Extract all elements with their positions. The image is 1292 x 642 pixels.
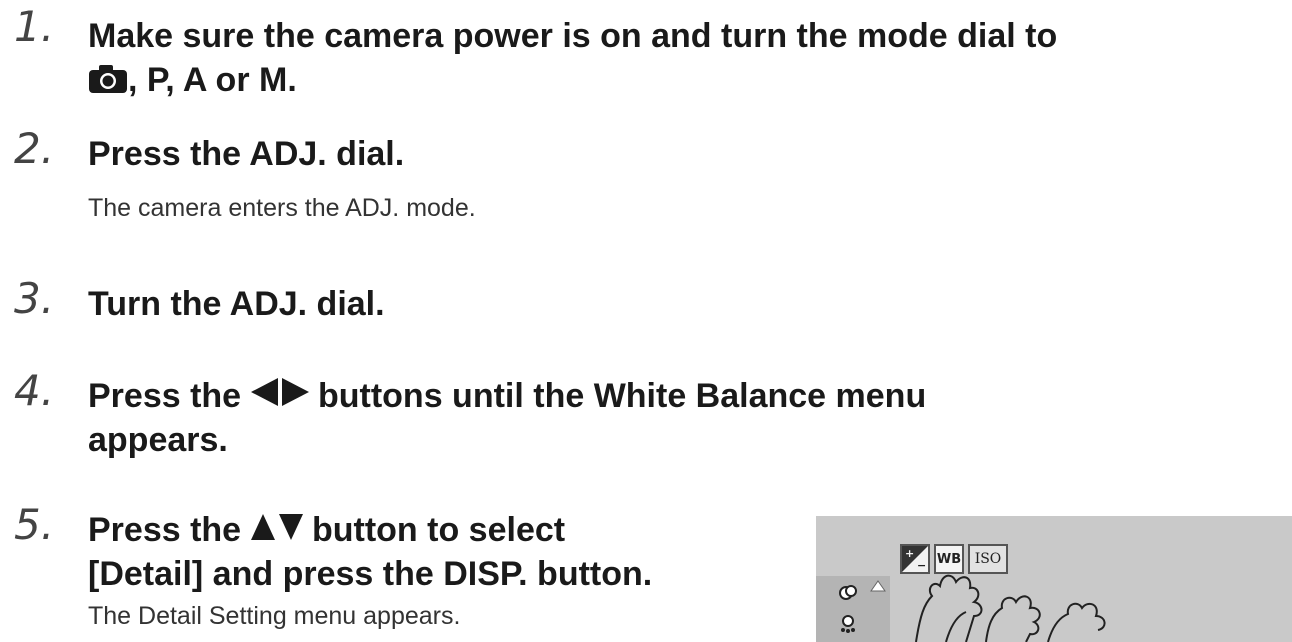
step-title: Turn the ADJ. dial. bbox=[88, 285, 385, 323]
step-number: 2. bbox=[14, 124, 55, 173]
step-title: Press the button to select [Detail] and … bbox=[88, 511, 653, 593]
step-title: Make sure the camera power is on and tur… bbox=[88, 17, 1058, 99]
step-description: The Detail Setting menu appears. bbox=[88, 602, 461, 630]
step-number: 4. bbox=[14, 366, 55, 415]
camera-screen-illustration: + − WB ISO bbox=[816, 516, 1292, 642]
step-number: 5. bbox=[14, 500, 55, 549]
iso-icon: ISO bbox=[968, 544, 1008, 574]
scroll-up-icon bbox=[870, 580, 886, 592]
svg-text:−: − bbox=[917, 559, 926, 572]
cloudy-icon bbox=[839, 585, 857, 600]
step-number: 1. bbox=[14, 2, 55, 51]
camera-icon bbox=[89, 65, 127, 93]
adj-toolbar: + − WB ISO bbox=[900, 544, 1008, 574]
step-description: The camera enters the ADJ. mode. bbox=[88, 194, 476, 222]
step-title: Press the buttons until the White Balanc… bbox=[88, 377, 927, 459]
step-number: 3. bbox=[14, 274, 55, 323]
white-balance-icon: WB bbox=[934, 544, 964, 574]
svg-text:+: + bbox=[905, 547, 914, 560]
left-right-arrow-icon bbox=[250, 378, 309, 406]
step-title: Press the ADJ. dial. bbox=[88, 135, 405, 173]
exposure-compensation-icon: + − bbox=[900, 544, 930, 574]
fluorescent-icon bbox=[841, 615, 855, 633]
up-down-arrow-icon bbox=[250, 514, 303, 540]
